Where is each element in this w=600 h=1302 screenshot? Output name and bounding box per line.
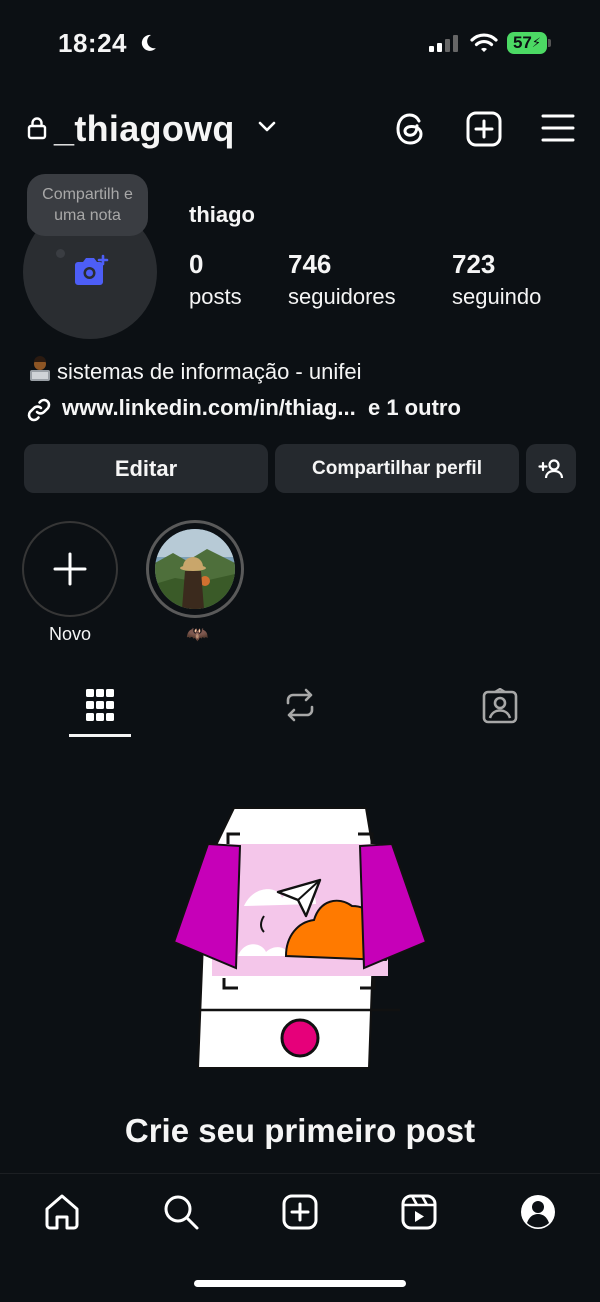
battery-cap [548,39,551,47]
note-bubble-tail [56,249,65,258]
home-icon[interactable] [43,1193,81,1231]
display-name: thiago [189,202,255,227]
empty-state-title: Crie seu primeiro post [124,1112,476,1149]
wifi-icon [470,32,498,54]
discover-people-button[interactable] [526,444,576,493]
profile-avatar-icon[interactable] [519,1193,557,1231]
posts-count: 0 [189,249,204,279]
bio-text: sistemas de informação - unifei [57,359,362,384]
following-count[interactable]: 723 [452,249,495,280]
technologist-emoji-icon [27,356,53,382]
new-highlight-label: Novo [48,624,92,644]
share-profile-button[interactable]: Compartilhar perfil [275,444,519,493]
story-highlight-cover[interactable] [155,529,235,609]
tab-tagged-icon[interactable] [482,688,518,724]
share-note-bubble[interactable]: Compartilh e uma nota [27,174,148,236]
chevron-down-icon[interactable] [258,120,276,134]
profile-username[interactable]: _thiagowq [54,108,235,150]
battery-level: 57 [512,33,532,52]
link-icon [25,396,53,424]
profile-link[interactable]: www.linkedin.com/in/thiag... e 1 outro [62,395,461,421]
do-not-disturb-moon-icon [138,33,158,53]
followers-count[interactable]: 746 [288,249,331,280]
create-icon[interactable] [281,1193,319,1231]
menu-icon[interactable] [541,113,575,143]
edit-profile-button[interactable]: Editar [24,444,268,493]
cellular-signal-icon [428,35,462,53]
search-icon[interactable] [162,1193,200,1231]
following-label[interactable]: seguindo [452,284,541,310]
reels-icon[interactable] [400,1193,438,1231]
followers-label[interactable]: seguidores [288,284,396,310]
home-indicator [194,1280,406,1287]
add-photo-camera-icon[interactable] [72,254,110,290]
plus-icon [52,551,88,587]
threads-icon[interactable] [393,110,429,148]
active-tab-indicator [69,734,131,737]
battery-indicator: 57 ⚡ [507,32,547,54]
posts-label: posts [189,284,242,309]
private-lock-icon [27,116,47,140]
tab-reposts-icon[interactable] [284,688,316,722]
story-highlight-label: 🦇 [186,624,209,644]
tab-posts-grid-icon[interactable] [85,688,115,722]
create-post-illustration [168,806,432,1072]
profile-bio: sistemas de informação - unifei [27,356,361,385]
status-time: 18:24 [58,28,127,58]
create-post-icon[interactable] [465,110,503,148]
add-person-icon [538,458,564,480]
